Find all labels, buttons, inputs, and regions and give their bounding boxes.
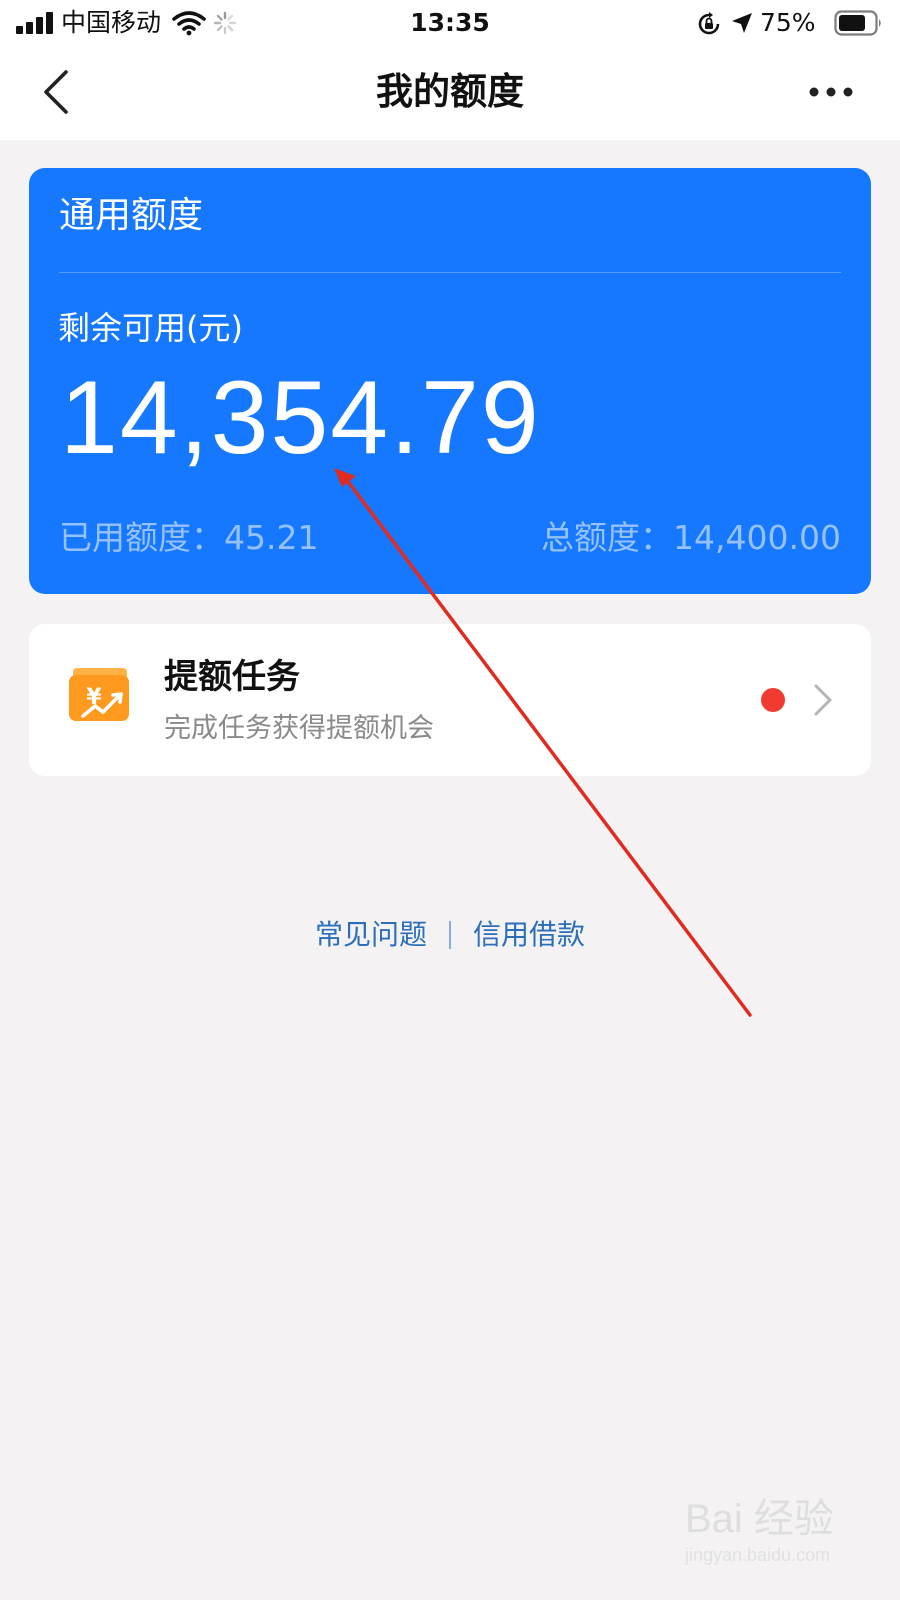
total-quota: 总额度：14,400.00 xyxy=(541,518,841,557)
watermark: Bai 经验 jingyan.baidu.com xyxy=(685,1495,885,1575)
footer-links: 常见问题 信用借款 xyxy=(0,912,900,956)
task-title: 提额任务 xyxy=(164,657,300,697)
chevron-right-icon xyxy=(814,684,832,716)
battery-percent: 75% xyxy=(760,8,816,37)
remaining-amount: 14,354.79 xyxy=(60,360,541,476)
battery-icon xyxy=(834,10,881,36)
link-separator xyxy=(449,921,451,949)
navigation-bar: 我的额度 xyxy=(0,46,900,140)
quota-increase-task-card[interactable]: ¥ 提额任务 完成任务获得提额机会 xyxy=(29,624,871,776)
card-divider xyxy=(59,272,841,273)
page-title: 我的额度 xyxy=(376,70,524,113)
task-subtitle: 完成任务获得提额机会 xyxy=(164,713,434,744)
used-quota: 已用额度：45.21 xyxy=(59,518,319,557)
status-bar: 中国移动 13:35 75% xyxy=(0,0,900,46)
quota-card: 通用额度 剩余可用(元) 14,354.79 已用额度：45.21 总额度：14… xyxy=(29,168,871,594)
more-icon[interactable] xyxy=(806,82,856,102)
notification-dot xyxy=(761,688,785,712)
card-title: 通用额度 xyxy=(59,195,204,236)
location-arrow-icon xyxy=(732,13,752,33)
remaining-label: 剩余可用(元) xyxy=(58,309,243,347)
watermark-logo: Bai 经验 xyxy=(685,1497,834,1541)
rotation-lock-icon xyxy=(698,12,720,35)
watermark-url: jingyan.baidu.com xyxy=(685,1545,831,1565)
credit-loan-link[interactable]: 信用借款 xyxy=(473,913,585,957)
faq-link[interactable]: 常见问题 xyxy=(315,913,427,957)
yuan-wallet-icon: ¥ xyxy=(69,668,129,721)
